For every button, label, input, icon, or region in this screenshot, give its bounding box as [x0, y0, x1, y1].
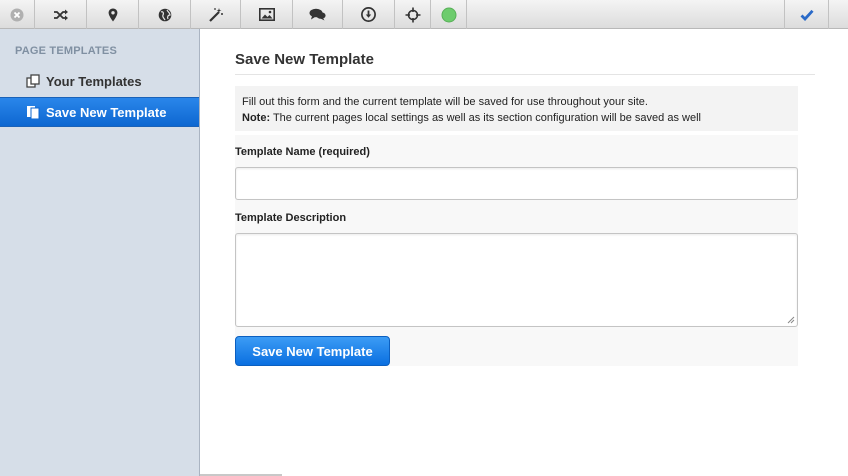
- sidebar-heading: PAGE TEMPLATES: [15, 45, 118, 57]
- magic-wand-icon: [208, 7, 223, 22]
- image-icon: [258, 8, 275, 21]
- status-indicator[interactable]: [431, 0, 467, 29]
- toolbar: [0, 0, 848, 29]
- download-icon: [361, 7, 376, 22]
- sidebar-item-save-new-template[interactable]: Save New Template: [0, 97, 199, 127]
- info-box: Fill out this form and the current templ…: [235, 86, 798, 131]
- document-icon: [26, 105, 40, 119]
- shuffle-button[interactable]: [35, 0, 87, 29]
- comments-button[interactable]: [293, 0, 343, 29]
- sidebar-item-your-templates[interactable]: Your Templates: [0, 66, 199, 96]
- comments-icon: [309, 8, 326, 21]
- template-description-textarea[interactable]: [235, 233, 798, 327]
- note-label: Note:: [242, 112, 271, 124]
- move-button[interactable]: [395, 0, 431, 29]
- globe-icon: [158, 8, 171, 21]
- shuffle-icon: [53, 9, 68, 20]
- move-icon: [405, 7, 420, 22]
- info-text: Fill out this form and the current templ…: [242, 96, 648, 108]
- page-title: Save New Template: [235, 51, 374, 68]
- divider: [235, 74, 815, 75]
- note-text: The current pages local settings as well…: [270, 112, 701, 124]
- close-button[interactable]: [0, 0, 35, 29]
- map-pin-icon: [108, 8, 117, 21]
- resize-grip-icon[interactable]: [787, 316, 795, 324]
- magic-button[interactable]: [191, 0, 241, 29]
- template-name-label: Template Name (required): [235, 146, 370, 158]
- info-note: Note: The current pages local settings a…: [242, 110, 791, 126]
- globe-button[interactable]: [139, 0, 191, 29]
- toolbar-spacer: [467, 0, 785, 29]
- sidebar-item-label: Your Templates: [46, 73, 142, 89]
- location-button[interactable]: [87, 0, 139, 29]
- template-description-label: Template Description: [235, 212, 347, 224]
- sidebar-item-label: Save New Template: [46, 104, 167, 120]
- checkmark-icon: [800, 9, 814, 21]
- template-name-input[interactable]: [235, 167, 798, 200]
- image-button[interactable]: [241, 0, 293, 29]
- download-button[interactable]: [343, 0, 395, 29]
- sidebar: PAGE TEMPLATES Your Templates Save New T…: [0, 29, 200, 476]
- confirm-button[interactable]: [785, 0, 829, 29]
- status-dot-icon: [441, 7, 456, 22]
- save-template-button[interactable]: Save New Template: [235, 336, 390, 366]
- close-icon: [10, 8, 24, 21]
- copy-icon: [26, 74, 40, 88]
